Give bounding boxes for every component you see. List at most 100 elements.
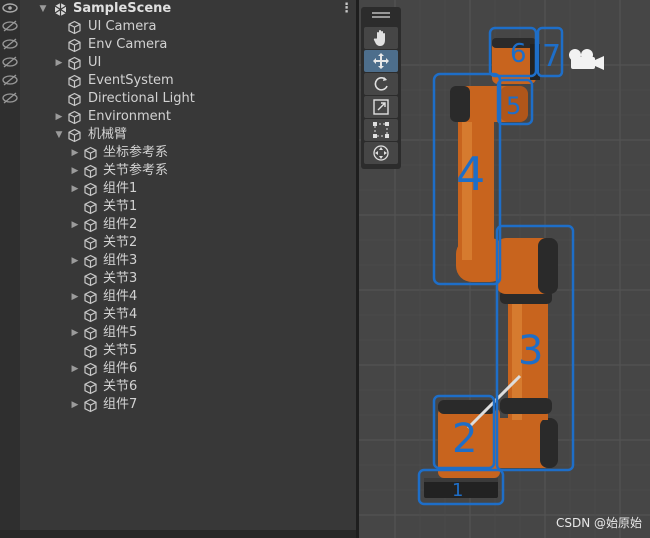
gameobject-cube-icon	[68, 128, 81, 143]
gameobject-cube-icon	[68, 110, 81, 125]
hierarchy-item[interactable]: ▶ 组件6	[20, 360, 356, 378]
expand-arrow-icon[interactable]: ▶	[70, 396, 80, 414]
hierarchy-item-label: 组件3	[103, 253, 138, 268]
hierarchy-item[interactable]: ▶ 组件3	[20, 252, 356, 270]
expand-arrow-icon[interactable]: ▶	[54, 54, 64, 72]
hierarchy-item[interactable]: 关节6	[20, 378, 356, 396]
gameobject-cube-icon	[68, 74, 81, 89]
gameobject-cube-icon	[84, 254, 97, 269]
hierarchy-item[interactable]: ▶ 组件7	[20, 396, 356, 414]
move-arrows-icon	[373, 53, 389, 69]
scene-name: SampleScene	[73, 1, 172, 16]
scene-canvas: 1 2 3 4 5 6 7	[359, 0, 650, 538]
gameobject-cube-icon	[84, 308, 97, 323]
hierarchy-item-label: 坐标参考系	[103, 145, 169, 160]
expand-arrow-icon[interactable]: ▶	[70, 180, 80, 198]
hidden-eye-icon[interactable]	[1, 56, 19, 68]
gameobject-cube-icon	[84, 380, 97, 395]
hierarchy-item[interactable]: Directional Light	[20, 90, 356, 108]
hierarchy-item-label: EventSystem	[88, 73, 174, 88]
watermark-text: CSDN @始原始	[556, 516, 643, 530]
gameobject-cube-icon	[84, 362, 97, 377]
hierarchy-item[interactable]: 关节5	[20, 342, 356, 360]
visibility-gutter	[0, 0, 20, 530]
scene-view[interactable]: 1 2 3 4 5 6 7	[359, 0, 650, 538]
transform-icon	[373, 145, 389, 161]
hierarchy-item[interactable]: ▶ 关节参考系	[20, 162, 356, 180]
rotate-icon	[374, 77, 388, 91]
hierarchy-item[interactable]: 关节3	[20, 270, 356, 288]
hand-icon	[373, 30, 385, 46]
hierarchy-item-label: 关节1	[103, 199, 138, 214]
hierarchy-item[interactable]: ▶ 组件1	[20, 180, 356, 198]
gameobject-cube-icon	[84, 326, 97, 341]
hierarchy-item-label: 机械臂	[88, 127, 128, 142]
hidden-eye-icon[interactable]	[1, 92, 19, 104]
hierarchy-item[interactable]: ▶ 组件4	[20, 288, 356, 306]
hierarchy-item-label: 关节2	[103, 235, 138, 250]
hand-tool-button[interactable]	[364, 27, 398, 49]
toolbar-grip-icon[interactable]	[372, 12, 390, 20]
hierarchy-item[interactable]: 关节4	[20, 306, 356, 324]
annotation-1: 1	[452, 480, 463, 501]
gameobject-cube-icon	[68, 20, 81, 35]
hierarchy-item-label: Env Camera	[88, 37, 168, 52]
scene-tools-toolbar	[361, 7, 401, 169]
expand-arrow-icon[interactable]: ▶	[54, 108, 64, 126]
hierarchy-item[interactable]: 关节1	[20, 198, 356, 216]
hierarchy-item[interactable]: ▶ 组件5	[20, 324, 356, 342]
transform-tool-button[interactable]	[364, 142, 398, 164]
expand-arrow-icon[interactable]: ▶	[70, 324, 80, 342]
hierarchy-item-label: 组件5	[103, 325, 138, 340]
more-options-icon[interactable]: ⋮	[340, 0, 353, 18]
gameobject-cube-icon	[84, 344, 97, 359]
annotation-7: 7	[542, 39, 561, 74]
scale-tool-button[interactable]	[364, 96, 398, 118]
annotation-3: 3	[518, 328, 543, 374]
gameobject-cube-icon	[84, 398, 97, 413]
rect-transform-icon	[373, 122, 389, 138]
scene-row[interactable]: ▼ SampleScene ⋮	[20, 0, 356, 18]
annotation-6: 6	[510, 39, 527, 69]
hierarchy-item[interactable]: ▶ Environment	[20, 108, 356, 126]
hierarchy-item[interactable]: EventSystem	[20, 72, 356, 90]
hierarchy-item[interactable]: 关节2	[20, 234, 356, 252]
scene-visibility-icon[interactable]	[1, 2, 19, 14]
hidden-eye-icon[interactable]	[1, 20, 19, 32]
expand-arrow-icon[interactable]: ▶	[70, 144, 80, 162]
expand-arrow-icon[interactable]: ▶	[70, 360, 80, 378]
hierarchy-item-label: 关节3	[103, 271, 138, 286]
expand-arrow-icon[interactable]: ▶	[70, 216, 80, 234]
gameobject-cube-icon	[84, 218, 97, 233]
hierarchy-item-label: 关节6	[103, 379, 138, 394]
hidden-eye-icon[interactable]	[1, 38, 19, 50]
expand-arrow-icon[interactable]: ▶	[70, 288, 80, 306]
hierarchy-item[interactable]: UI Camera	[20, 18, 356, 36]
hierarchy-item[interactable]: ▶ 组件2	[20, 216, 356, 234]
expand-arrow-icon[interactable]: ▼	[38, 0, 48, 18]
hierarchy-item-label: 组件2	[103, 217, 138, 232]
expand-arrow-icon[interactable]: ▶	[70, 162, 80, 180]
camera-gizmo-icon[interactable]	[569, 49, 604, 70]
move-tool-button[interactable]	[364, 50, 398, 72]
hierarchy-item[interactable]: ▶ UI	[20, 54, 356, 72]
rotate-tool-button[interactable]	[364, 73, 398, 95]
hierarchy-item[interactable]: ▼ 机械臂	[20, 126, 356, 144]
hidden-eye-icon[interactable]	[1, 74, 19, 86]
gameobject-cube-icon	[84, 200, 97, 215]
expand-arrow-icon[interactable]: ▶	[70, 252, 80, 270]
gameobject-cube-icon	[68, 56, 81, 71]
gameobject-cube-icon	[84, 290, 97, 305]
hierarchy-item-label: 组件4	[103, 289, 138, 304]
gameobject-cube-icon	[84, 146, 97, 161]
hierarchy-item[interactable]: ▶ 坐标参考系	[20, 144, 356, 162]
hierarchy-item-label: 组件1	[103, 181, 138, 196]
gameobject-cube-icon	[68, 38, 81, 53]
hierarchy-panel: ▼ SampleScene ⋮ UI Camera Env Camera ▶ U…	[20, 0, 356, 530]
expand-arrow-icon[interactable]: ▼	[54, 126, 64, 144]
gameobject-cube-icon	[84, 182, 97, 197]
gameobject-cube-icon	[84, 236, 97, 251]
robot-arm[interactable]	[424, 38, 558, 498]
hierarchy-item[interactable]: Env Camera	[20, 36, 356, 54]
rect-tool-button[interactable]	[364, 119, 398, 141]
